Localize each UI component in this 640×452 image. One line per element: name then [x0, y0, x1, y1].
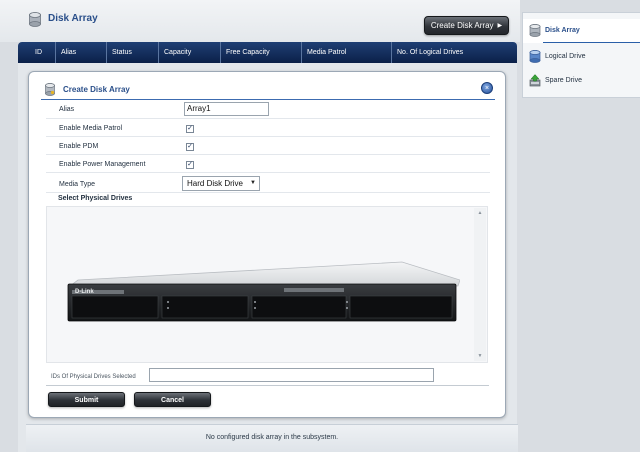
- column-id[interactable]: ID: [30, 42, 55, 63]
- database-icon: [29, 12, 41, 27]
- column-free-capacity[interactable]: Free Capacity: [220, 42, 301, 63]
- triangle-right-icon: ▶: [497, 23, 503, 29]
- selected-drive-ids-label: IDs Of Physical Drives Selected: [51, 374, 136, 380]
- sidebar-item-spare-drive[interactable]: Spare Drive: [523, 69, 640, 93]
- close-icon[interactable]: ×: [481, 82, 493, 94]
- cancel-button[interactable]: Cancel: [134, 392, 211, 407]
- column-capacity[interactable]: Capacity: [158, 42, 220, 63]
- database-icon: [45, 83, 55, 96]
- select-physical-drives-heading: Select Physical Drives: [58, 195, 133, 202]
- power-management-checkbox[interactable]: ✓: [186, 161, 194, 169]
- column-alias[interactable]: Alias: [55, 42, 106, 63]
- dialog-titlebar: Create Disk Array ×: [41, 80, 495, 100]
- disk-array-icon: [529, 24, 541, 37]
- media-type-row: Media Type: [46, 173, 490, 193]
- media-patrol-label: Enable Media Patrol: [59, 125, 123, 132]
- sidebar-item-label: Spare Drive: [545, 77, 582, 84]
- page-title: Disk Array: [48, 13, 98, 24]
- sidebar-item-disk-array[interactable]: Disk Array: [523, 19, 640, 43]
- drives-scrollbar[interactable]: ▲ ▼: [474, 208, 486, 361]
- media-patrol-row: Enable Media Patrol: [46, 119, 490, 137]
- alias-label: Alias: [59, 106, 75, 113]
- button-divider: [46, 385, 489, 386]
- sidebar: Disk Array Logical Drive Spare Drive: [520, 0, 640, 452]
- submit-button[interactable]: Submit: [48, 392, 125, 407]
- selected-drive-ids-input[interactable]: [149, 368, 434, 382]
- sidebar-nav: Disk Array Logical Drive Spare Drive: [522, 12, 640, 98]
- scroll-down-arrow-icon[interactable]: ▼: [474, 351, 486, 361]
- disk-array-table-header: ID Alias Status Capacity Free Capacity M…: [18, 42, 517, 63]
- power-management-row: Enable Power Management: [46, 155, 490, 173]
- alias-input[interactable]: Array1: [184, 102, 269, 116]
- sidebar-item-label: Disk Array: [545, 27, 580, 34]
- spare-drive-icon: [529, 74, 541, 87]
- sidebar-item-logical-drive[interactable]: Logical Drive: [523, 45, 640, 69]
- page-header: Disk Array Create Disk Array ▶: [0, 0, 520, 42]
- pdm-label: Enable PDM: [59, 143, 99, 150]
- power-management-label: Enable Power Management: [59, 161, 146, 168]
- status-bar: No configured disk array in the subsyste…: [26, 424, 518, 452]
- pdm-checkbox[interactable]: ✓: [186, 143, 194, 151]
- rack-enclosure-image[interactable]: D-Link: [66, 258, 460, 324]
- column-logical-drives[interactable]: No. Of Logical Drives: [391, 42, 517, 63]
- media-type-select[interactable]: Hard Disk Drive ▼: [182, 176, 260, 191]
- sidebar-separator: [543, 42, 640, 43]
- create-disk-array-button[interactable]: Create Disk Array ▶: [424, 16, 509, 35]
- column-status[interactable]: Status: [106, 42, 158, 63]
- media-patrol-checkbox[interactable]: ✓: [186, 125, 194, 133]
- column-media-patrol[interactable]: Media Patrol: [301, 42, 391, 63]
- logical-drive-icon: [529, 50, 541, 63]
- media-type-label: Media Type: [59, 181, 96, 188]
- media-type-value: Hard Disk Drive: [187, 179, 244, 188]
- sidebar-item-label: Logical Drive: [545, 53, 586, 60]
- pdm-row: Enable PDM: [46, 137, 490, 155]
- status-message: No configured disk array in the subsyste…: [205, 434, 339, 441]
- device-brand-label: D-Link: [75, 289, 94, 295]
- create-disk-array-label: Create Disk Array: [430, 21, 494, 30]
- dialog-title: Create Disk Array: [63, 85, 130, 94]
- chevron-down-icon: ▼: [250, 180, 256, 186]
- scroll-up-arrow-icon[interactable]: ▲: [474, 208, 486, 218]
